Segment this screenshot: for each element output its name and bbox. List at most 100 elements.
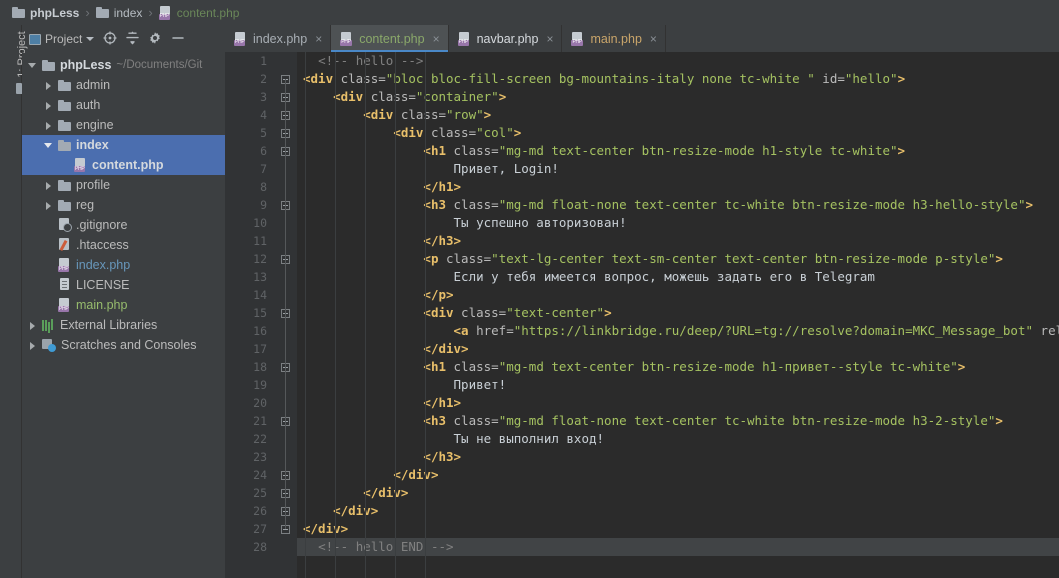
fold-cell[interactable] <box>275 196 297 214</box>
code-line[interactable]: </div> <box>297 502 1059 520</box>
code-line[interactable]: </div> <box>297 466 1059 484</box>
code-line[interactable]: <a href="https://linkbridge.ru/deep/?URL… <box>297 322 1059 340</box>
close-icon[interactable]: × <box>433 32 440 46</box>
fold-cell[interactable] <box>275 466 297 484</box>
tree-item-index-php[interactable]: index.php <box>22 255 225 275</box>
code-token-attr: href= <box>468 323 514 338</box>
tree-item-profile[interactable]: profile <box>22 175 225 195</box>
locate-icon[interactable] <box>103 31 117 48</box>
tree-item-content-php[interactable]: content.php <box>22 155 225 175</box>
code-line[interactable]: <div class="col"> <box>297 124 1059 142</box>
code-line[interactable]: <div class="text-center"> <box>297 304 1059 322</box>
settings-gear-icon[interactable] <box>148 31 162 48</box>
code-line[interactable]: Если у тебя имеется вопрос, можешь задат… <box>297 268 1059 286</box>
code-line[interactable]: </div> <box>297 484 1059 502</box>
editor-tab-content-php[interactable]: content.php × <box>331 25 449 52</box>
chevron-down-icon[interactable] <box>44 141 53 150</box>
tree-item-engine[interactable]: engine <box>22 115 225 135</box>
code-line[interactable]: <div class="container"> <box>297 88 1059 106</box>
code-line[interactable]: </h3> <box>297 448 1059 466</box>
tree-item--gitignore[interactable]: .gitignore <box>22 215 225 235</box>
hide-panel-icon[interactable] <box>171 31 185 48</box>
chevron-right-icon[interactable] <box>44 121 53 130</box>
chevron-right-icon[interactable] <box>28 321 37 330</box>
fold-cell[interactable] <box>275 250 297 268</box>
project-view-selector[interactable]: Project <box>29 32 95 46</box>
code-line[interactable]: <h1 class="mg-md text-center btn-resize-… <box>297 358 1059 376</box>
fold-cell[interactable] <box>275 106 297 124</box>
code-line[interactable]: <!-- hello END --> <box>297 538 1059 556</box>
php-file-icon <box>571 31 584 46</box>
tree-item-license[interactable]: LICENSE <box>22 275 225 295</box>
code-line[interactable]: </h3> <box>297 232 1059 250</box>
tree-item-index[interactable]: index <box>22 135 225 155</box>
close-icon[interactable]: × <box>315 32 322 46</box>
code-line[interactable]: </p> <box>297 286 1059 304</box>
fold-cell[interactable] <box>275 88 297 106</box>
fold-cell[interactable] <box>275 412 297 430</box>
code-editor[interactable]: 1 2 3 4 5 6 7 8 9 10 11 12 13 14 15 16 17 18 19 20 21 22 23 24 2… <box>225 52 1059 578</box>
code-text-area[interactable]: <!-- hello --> <div class="bloc bloc-fill… <box>297 52 1059 578</box>
breadcrumb-item-content-php[interactable]: content.php <box>155 0 244 25</box>
collapse-all-icon[interactable] <box>126 31 140 48</box>
php-file-icon <box>74 158 87 172</box>
fold-cell[interactable] <box>275 142 297 160</box>
fold-cell[interactable] <box>275 502 297 520</box>
chevron-down-icon[interactable] <box>28 61 37 70</box>
code-line[interactable]: </h1> <box>297 394 1059 412</box>
code-line[interactable]: Привет! <box>297 376 1059 394</box>
editor-tab-index-php[interactable]: index.php × <box>225 25 332 52</box>
code-line[interactable]: <div class="bloc bloc-fill-screen bg-mou… <box>297 70 1059 88</box>
breadcrumb-item-phpLess[interactable]: phpLess <box>8 0 83 25</box>
fold-cell[interactable] <box>275 520 297 538</box>
code-token-attr: class= <box>446 143 499 158</box>
fold-cell[interactable] <box>275 358 297 376</box>
code-line[interactable]: <!-- hello --> <box>297 52 1059 70</box>
tree-item-admin[interactable]: admin <box>22 75 225 95</box>
code-line[interactable]: <h3 class="mg-md float-none text-center … <box>297 196 1059 214</box>
tree-item-external-libraries[interactable]: External Libraries <box>22 315 225 335</box>
line-number: 5 <box>260 126 267 140</box>
code-line[interactable]: </div> <box>297 520 1059 538</box>
code-line[interactable]: <h1 class="mg-md text-center btn-resize-… <box>297 142 1059 160</box>
chevron-right-icon[interactable] <box>44 201 53 210</box>
code-token-attr: class= <box>446 413 499 428</box>
tree-item-scratches-and-consoles[interactable]: Scratches and Consoles <box>22 335 225 355</box>
code-line[interactable]: </h1> <box>297 178 1059 196</box>
tree-item-main-php[interactable]: main.php <box>22 295 225 315</box>
code-fold-gutter[interactable] <box>275 52 297 578</box>
code-line[interactable]: Ты не выполнил вход! <box>297 430 1059 448</box>
code-line[interactable]: Привет, Login! <box>297 160 1059 178</box>
fold-cell[interactable] <box>275 124 297 142</box>
project-panel: Project phpLess ~/Documents/Git admin auth e… <box>22 25 225 578</box>
tree-item-reg[interactable]: reg <box>22 195 225 215</box>
tree-item--htaccess[interactable]: .htaccess <box>22 235 225 255</box>
tree-item-label: profile <box>76 178 111 192</box>
fold-cell <box>275 430 297 448</box>
editor-tab-main-php[interactable]: main.php × <box>562 25 666 52</box>
code-line[interactable]: Ты успешно авторизован! <box>297 214 1059 232</box>
fold-cell[interactable] <box>275 70 297 88</box>
close-icon[interactable]: × <box>546 32 553 46</box>
fold-cell[interactable] <box>275 304 297 322</box>
tree-item-label: LICENSE <box>76 278 130 292</box>
breadcrumb-separator: › <box>148 5 153 20</box>
fold-cell[interactable] <box>275 484 297 502</box>
code-line[interactable]: <h3 class="mg-md float-none text-center … <box>297 412 1059 430</box>
breadcrumb-item-index[interactable]: index <box>92 0 147 25</box>
chevron-right-icon[interactable] <box>44 81 53 90</box>
code-line[interactable]: <div class="row"> <box>297 106 1059 124</box>
chevron-right-icon[interactable] <box>28 341 37 350</box>
tree-item-phpless[interactable]: phpLess ~/Documents/Git <box>22 55 225 75</box>
code-token-tag: </h1> <box>423 395 462 410</box>
chevron-right-icon[interactable] <box>44 181 53 190</box>
code-line[interactable]: </div> <box>297 340 1059 358</box>
chevron-right-icon[interactable] <box>44 101 53 110</box>
tree-item-auth[interactable]: auth <box>22 95 225 115</box>
editor-tab-navbar-php[interactable]: navbar.php × <box>449 25 563 52</box>
code-line[interactable]: <p class="text-lg-center text-sm-center … <box>297 250 1059 268</box>
project-tree[interactable]: phpLess ~/Documents/Git admin auth engine ind… <box>22 53 225 578</box>
close-icon[interactable]: × <box>650 32 657 46</box>
line-number: 28 <box>253 540 267 554</box>
